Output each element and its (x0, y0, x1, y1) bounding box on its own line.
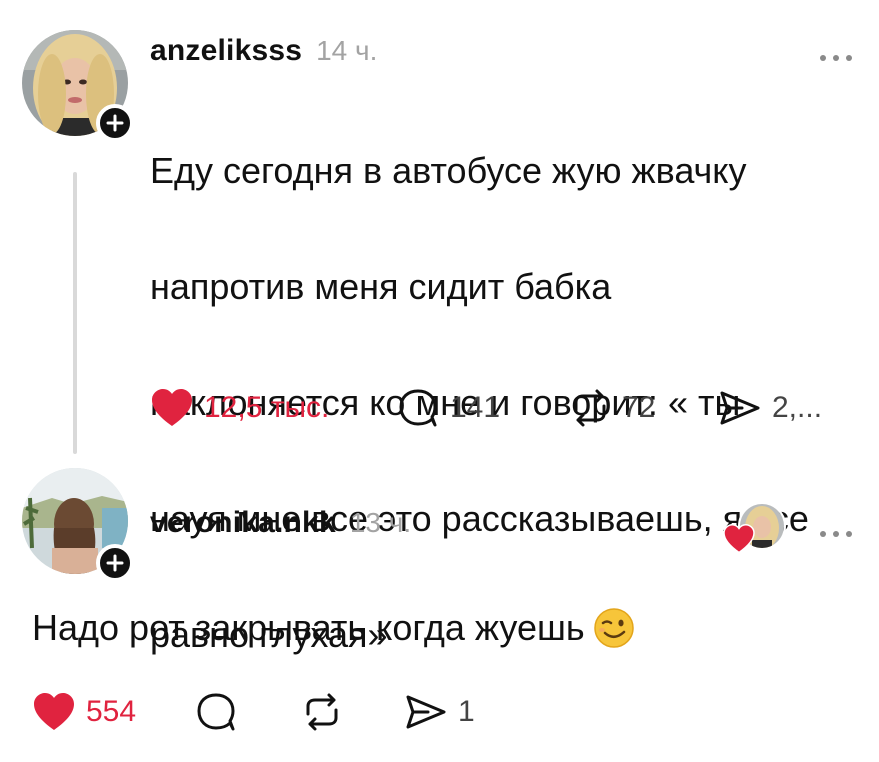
post-comment-button[interactable]: 141 (398, 388, 500, 428)
winking-face-emoji (593, 608, 634, 648)
post-share-count: 2,... (772, 391, 823, 424)
post-text-line: Еду сегодня в автобусе жую жвачку (150, 150, 747, 191)
reply-text-content: Надо рот закрывать когда жуешь (32, 607, 585, 648)
post-timestamp: 14 ч. (316, 35, 378, 66)
plus-icon (106, 114, 124, 132)
comment-bubble-icon (399, 389, 437, 427)
reply-follow-button[interactable] (96, 544, 134, 582)
thread-line (73, 172, 77, 454)
heart-icon (152, 389, 192, 426)
reply-share-count: 1 (458, 695, 475, 728)
post-more-button[interactable] (818, 40, 854, 68)
post-share-button[interactable]: 2,... (718, 388, 822, 428)
reply-header: veronika.nkk 13 ч. (150, 506, 411, 540)
reply-username[interactable]: veronika.nkk (150, 506, 336, 540)
repost-icon (574, 389, 606, 427)
more-dots-icon (820, 55, 852, 61)
post-like-count: 12,5 тыс. (204, 391, 330, 424)
post-header: anzeliksss 14 ч. (150, 34, 377, 68)
heart-icon (34, 693, 74, 730)
reply-like-count: 554 (86, 695, 137, 728)
comment-bubble-icon (197, 693, 235, 731)
more-dots-icon (820, 531, 852, 537)
post-username[interactable]: anzeliksss (150, 34, 302, 68)
author-liked-indicator (722, 502, 786, 556)
heart-icon (723, 524, 755, 554)
reply-repost-button[interactable] (300, 692, 354, 732)
reply-comment-button[interactable] (196, 692, 248, 732)
repost-icon (306, 693, 338, 731)
reply-text: Надо рот закрывать когда жуешь (32, 606, 635, 650)
post-repost-count: 72 (622, 391, 656, 424)
reply-share-button[interactable]: 1 (404, 692, 475, 732)
plus-icon (106, 554, 124, 572)
post-text-line: напротив меня сидит бабка (150, 266, 612, 307)
post: anzeliksss 14 ч. Еду сегодня в автобусе … (0, 0, 879, 655)
post-repost-button[interactable]: 72 (568, 388, 655, 428)
share-send-icon (720, 391, 760, 425)
post-like-button[interactable]: 12,5 тыс. (150, 388, 329, 428)
reply: veronika.nkk 13 ч. Надо рот закрывать ко… (0, 460, 879, 762)
reply-timestamp: 13 ч. (349, 507, 412, 538)
follow-button[interactable] (96, 104, 134, 142)
post-comment-count: 141 (450, 391, 501, 424)
share-send-icon (406, 695, 446, 729)
reply-like-button[interactable]: 554 (32, 692, 136, 732)
reply-more-button[interactable] (818, 516, 854, 544)
